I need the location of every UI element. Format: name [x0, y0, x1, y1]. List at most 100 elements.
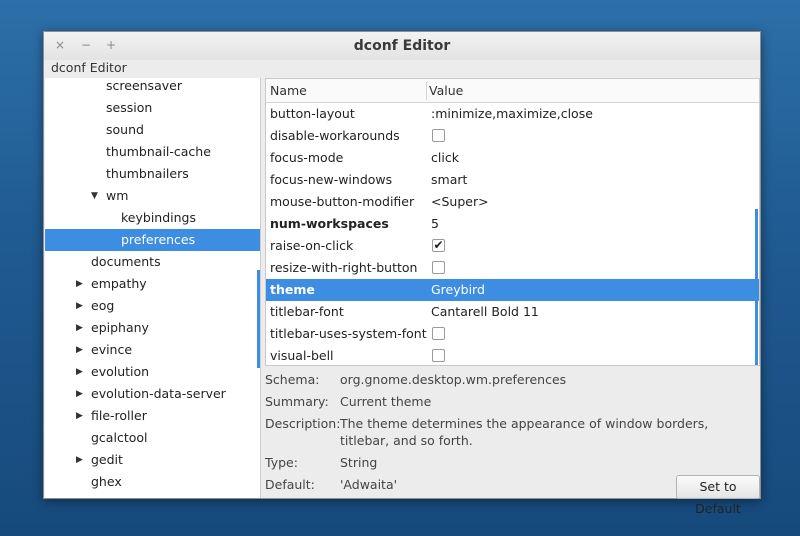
tree-item-label: evince [91, 342, 133, 357]
table-row[interactable]: focus-new-windows smart [266, 169, 759, 191]
tree-item-file-roller[interactable]: ▶ file-roller [45, 405, 260, 427]
table-row[interactable]: button-layout :minimize,maximize,close [266, 103, 759, 125]
table-row[interactable]: titlebar-font Cantarell Bold 11 [266, 301, 759, 323]
tree-item-gedit[interactable]: ▶ gedit [45, 449, 260, 471]
table-row[interactable]: resize-with-right-button [266, 257, 759, 279]
key-name: titlebar-font [270, 304, 344, 319]
key-name: titlebar-uses-system-font [270, 326, 427, 341]
table-row[interactable]: theme Greybird [266, 279, 759, 301]
tree-item-label: empathy [91, 276, 147, 291]
value-checkbox[interactable]: ✔ [432, 239, 445, 252]
type-label: Type: [265, 455, 298, 470]
key-name: raise-on-click [270, 238, 354, 253]
expander-closed-icon[interactable]: ▶ [76, 449, 83, 471]
tree-item-label: thumbnail-cache [106, 144, 211, 159]
expander-closed-icon[interactable]: ▶ [76, 383, 83, 405]
keys-table: Name Value button-layout :minimize,maximi… [265, 78, 760, 366]
description-label: Description: [265, 416, 341, 431]
tree-item-label: screensaver [106, 78, 182, 93]
window-title: dconf Editor [353, 38, 451, 54]
tree-item-session[interactable]: session [45, 97, 260, 119]
set-to-default-button[interactable]: Set to Default [676, 475, 760, 516]
summary-value: Current theme [340, 394, 432, 409]
key-name: focus-mode [270, 150, 344, 165]
table-row[interactable]: raise-on-click ✔ [266, 235, 759, 257]
key-name: visual-bell [270, 348, 334, 363]
tree-item-keybindings[interactable]: keybindings [45, 207, 260, 229]
tree-item-screensaver[interactable]: screensaver [45, 78, 260, 97]
key-name: focus-new-windows [270, 172, 393, 187]
key-name: resize-with-right-button [270, 260, 418, 275]
column-header-name[interactable]: Name [270, 79, 307, 103]
tree-item-label: file-roller [91, 408, 147, 423]
table-row[interactable]: focus-mode click [266, 147, 759, 169]
description-value: The theme determines the appearance of w… [340, 416, 709, 448]
schema-label: Schema: [265, 372, 320, 387]
close-icon[interactable]: × [53, 38, 67, 52]
table-scrollbar[interactable] [755, 209, 758, 365]
key-name: mouse-button-modifier [270, 194, 415, 209]
maximize-icon[interactable]: + [104, 38, 118, 52]
tree-item-label: evolution-data-server [91, 386, 226, 401]
table-row[interactable]: visual-bell [266, 345, 759, 365]
expander-closed-icon[interactable]: ▶ [76, 273, 83, 295]
tree-item-eog[interactable]: ▶ eog [45, 295, 260, 317]
value-checkbox[interactable] [432, 349, 445, 362]
tree-item-wm[interactable]: ▼ wm [45, 185, 260, 207]
key-value[interactable]: 5 [431, 213, 439, 235]
tree-item-preferences[interactable]: preferences [45, 229, 260, 251]
default-label: Default: [265, 477, 315, 492]
titlebar[interactable]: dconf Editor × − + [44, 32, 760, 60]
tree-item-empathy[interactable]: ▶ empathy [45, 273, 260, 295]
tree-item-evolution-data-server[interactable]: ▶ evolution-data-server [45, 383, 260, 405]
expander-open-icon[interactable]: ▼ [91, 185, 98, 207]
app-menu-title[interactable]: dconf Editor [51, 60, 127, 78]
key-name: theme [270, 282, 315, 297]
expander-closed-icon[interactable]: ▶ [76, 295, 83, 317]
tree-item-thumbnailers[interactable]: thumbnailers [45, 163, 260, 185]
tree-item-label: ghex [91, 474, 122, 489]
key-value[interactable]: <Super> [431, 191, 489, 213]
key-value[interactable]: Cantarell Bold 11 [431, 301, 539, 323]
dconf-editor-window: dconf Editor × − + dconf Editor screensa… [43, 31, 761, 516]
key-name: button-layout [270, 106, 355, 121]
tree-item-label: gedit [91, 452, 123, 467]
tree-item-ghex[interactable]: ghex [45, 471, 260, 493]
tree-item-evince[interactable]: ▶ evince [45, 339, 260, 361]
tree-item-label: preferences [121, 232, 196, 247]
column-header-value[interactable]: Value [429, 79, 463, 103]
value-checkbox[interactable] [432, 327, 445, 340]
schema-value: org.gnome.desktop.wm.preferences [340, 372, 567, 387]
tree-item-label: documents [91, 254, 161, 269]
value-checkbox[interactable] [432, 129, 445, 142]
expander-closed-icon[interactable]: ▶ [76, 361, 83, 383]
expander-closed-icon[interactable]: ▶ [76, 405, 83, 427]
key-value[interactable]: click [431, 147, 459, 169]
table-row[interactable]: num-workspaces 5 [266, 213, 759, 235]
tree-item-label: keybindings [121, 210, 196, 225]
key-name: num-workspaces [270, 216, 389, 231]
tree-item-gcalctool[interactable]: gcalctool [45, 427, 260, 449]
key-value[interactable]: Greybird [431, 279, 485, 301]
tree-item-label: gcalctool [91, 430, 148, 445]
table-row[interactable]: titlebar-uses-system-font [266, 323, 759, 345]
tree-item-label: epiphany [91, 320, 149, 335]
tree-item-evolution[interactable]: ▶ evolution [45, 361, 260, 383]
value-checkbox[interactable] [432, 261, 445, 274]
default-value: 'Adwaita' [340, 477, 398, 492]
tree-item-sound[interactable]: sound [45, 119, 260, 141]
table-row[interactable]: disable-workarounds [266, 125, 759, 147]
key-value[interactable]: :minimize,maximize,close [431, 103, 593, 125]
tree-item-label: evolution [91, 364, 150, 379]
column-divider [426, 82, 427, 100]
minimize-icon[interactable]: − [79, 38, 93, 52]
tree-item-epiphany[interactable]: ▶ epiphany [45, 317, 260, 339]
tree-item-documents[interactable]: documents [45, 251, 260, 273]
expander-closed-icon[interactable]: ▶ [76, 317, 83, 339]
key-value[interactable]: smart [431, 169, 467, 191]
expander-closed-icon[interactable]: ▶ [76, 339, 83, 361]
tree-item-label: sound [106, 122, 144, 137]
tree-item-thumbnail-cache[interactable]: thumbnail-cache [45, 141, 260, 163]
tree-item-label: session [106, 100, 153, 115]
table-row[interactable]: mouse-button-modifier <Super> [266, 191, 759, 213]
